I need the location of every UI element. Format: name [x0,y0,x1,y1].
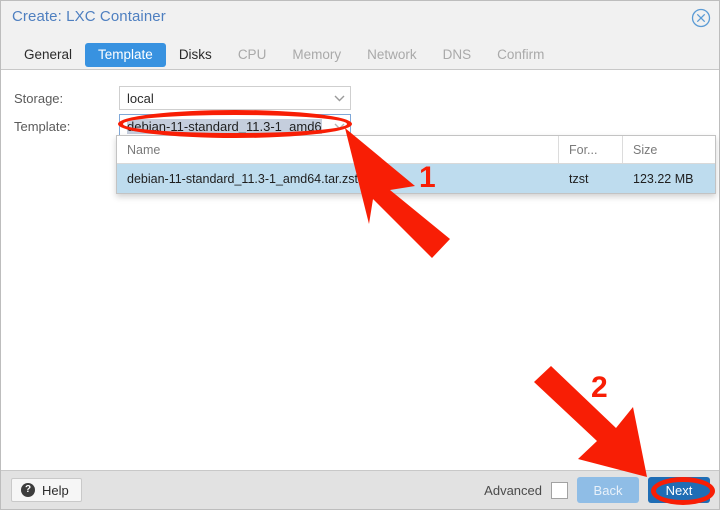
footer-actions: Advanced Back Next [484,477,710,503]
dropdown-option-row[interactable]: debian-11-standard_11.3-1_amd64.tar.zst … [117,164,715,193]
template-value-wrap: debian-11-standard_11.3-1_amd6 [120,118,328,134]
tab-template[interactable]: Template [85,43,166,67]
question-circle-icon: ? [21,483,35,497]
tab-disks[interactable]: Disks [166,43,225,67]
template-value: debian-11-standard_11.3-1_amd6 [127,118,322,134]
template-dropdown-panel: Name For... Size debian-11-standard_11.3… [116,135,716,194]
column-header-format[interactable]: For... [559,136,623,163]
storage-field-row: Storage: local [14,86,351,110]
dropdown-header-row: Name For... Size [117,136,715,164]
tab-memory: Memory [292,47,342,62]
chevron-down-icon[interactable] [328,87,350,109]
column-header-name[interactable]: Name [117,136,559,163]
help-button[interactable]: ? Help [11,478,82,502]
template-label: Template: [14,118,71,134]
tab-dns: DNS [442,47,472,62]
chevron-down-icon[interactable] [328,115,350,137]
storage-label: Storage: [14,90,64,106]
dialog-footer: ? Help Advanced Back Next [1,470,719,509]
help-button-label: Help [42,482,69,498]
option-format: tzst [569,171,589,186]
create-lxc-container-dialog: Create: LXC Container General Template D… [0,0,720,510]
tab-network: Network [367,47,417,62]
option-size: 123.22 MB [633,171,694,186]
next-button[interactable]: Next [648,477,710,503]
dialog-body: Storage: local Template: debian-11-stand… [1,70,719,470]
back-button: Back [577,477,639,503]
tab-general[interactable]: General [11,43,85,67]
tab-confirm: Confirm [497,47,545,62]
option-name: debian-11-standard_11.3-1_amd64.tar.zst [127,171,358,186]
advanced-label: Advanced [484,482,542,498]
tab-cpu: CPU [237,47,267,62]
storage-select[interactable]: local [119,86,351,110]
dialog-header: Create: LXC Container General Template D… [1,1,719,70]
column-header-size[interactable]: Size [623,136,715,163]
storage-value: local [127,90,154,106]
dialog-title: Create: LXC Container [12,8,166,25]
wizard-tabs: General Template Disks CPU Memory Networ… [11,43,557,67]
close-icon[interactable] [691,8,711,28]
advanced-checkbox[interactable] [551,481,568,499]
